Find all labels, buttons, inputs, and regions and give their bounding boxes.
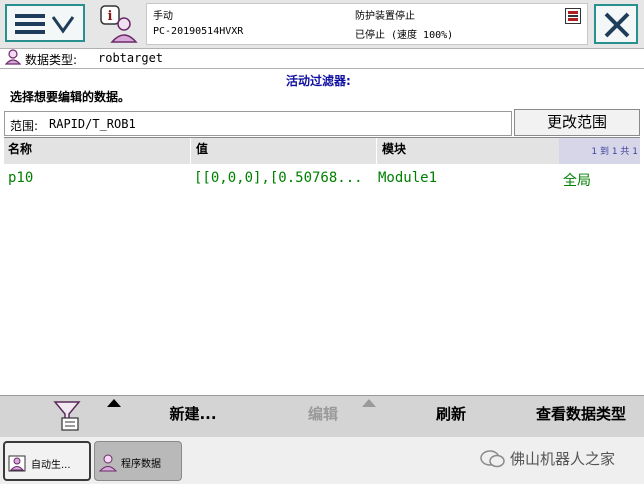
instruction-text: 选择想要编辑的数据。 (10, 90, 131, 104)
filter-icon (53, 401, 81, 431)
status-flag-icon[interactable] (565, 8, 581, 24)
column-divider (376, 138, 377, 164)
active-filter-label: 活动过滤器: (286, 74, 351, 88)
safety-state: 防护装置停止 (355, 11, 415, 22)
task-label: 自动生... (31, 460, 71, 471)
data-type-icon (5, 49, 21, 65)
task-label: 程序数据 (121, 459, 161, 470)
watermark-text: 佛山机器人之家 (510, 450, 616, 468)
svg-text:i: i (108, 9, 113, 24)
run-state: 已停止 (速度 100%) (355, 30, 454, 41)
task-program-data[interactable]: 程序数据 (94, 441, 182, 481)
data-type-value: robtarget (98, 51, 164, 65)
column-divider (190, 138, 191, 164)
new-button[interactable]: 新建... (150, 396, 236, 438)
controller-name: PC-20190514HVXR (153, 26, 244, 37)
scope-value: RAPID/T_ROB1 (49, 117, 136, 131)
scope-label: 范围: (10, 119, 39, 133)
edit-button[interactable]: 编辑 (290, 396, 356, 438)
data-type-label: 数据类型: (25, 53, 78, 67)
row-name: p10 (8, 170, 34, 186)
row-value: [[0,0,0],[0.50768... (194, 170, 363, 186)
task-auto-generated[interactable]: 自动生... (3, 441, 91, 481)
close-button[interactable] (594, 4, 638, 44)
pager-area: 1 到 1 共 1 (559, 138, 640, 164)
row-scope: 全局 (563, 173, 591, 189)
command-bar: 新建... 编辑 刷新 查看数据类型 (0, 395, 644, 438)
table-header: 名称 值 模块 1 到 1 共 1 (4, 137, 640, 164)
column-header-name[interactable]: 名称 (4, 138, 190, 164)
filter-button[interactable] (40, 396, 96, 438)
menu-up-arrow-icon (362, 399, 376, 407)
production-window-icon (8, 455, 26, 472)
operator-info-icon: i (100, 5, 138, 43)
refresh-button[interactable]: 刷新 (418, 396, 484, 438)
row-module: Module1 (378, 170, 438, 186)
pager-text: 1 到 1 共 1 (591, 147, 638, 157)
program-data-icon (99, 454, 117, 472)
divider (0, 68, 644, 69)
operation-mode: 手动 (153, 11, 173, 22)
menu-up-arrow-icon (107, 399, 121, 407)
main-menu-button[interactable] (5, 4, 85, 42)
close-icon (604, 12, 630, 38)
wechat-icon (480, 450, 505, 468)
scope-field: 范围: RAPID/T_ROB1 (4, 111, 512, 136)
hamburger-icon (15, 14, 75, 34)
event-log-button[interactable]: i (98, 4, 140, 44)
column-header-module[interactable]: 模块 (378, 138, 558, 164)
status-panel: 手动 PC-20190514HVXR 防护装置停止 已停止 (速度 100%) (146, 3, 588, 45)
view-data-types-button[interactable]: 查看数据类型 (522, 396, 640, 438)
task-bar: 自动生... 程序数据 佛山机器人之家 (0, 437, 644, 484)
change-scope-button[interactable]: 更改范围 (514, 109, 640, 136)
column-header-value[interactable]: 值 (192, 138, 376, 164)
